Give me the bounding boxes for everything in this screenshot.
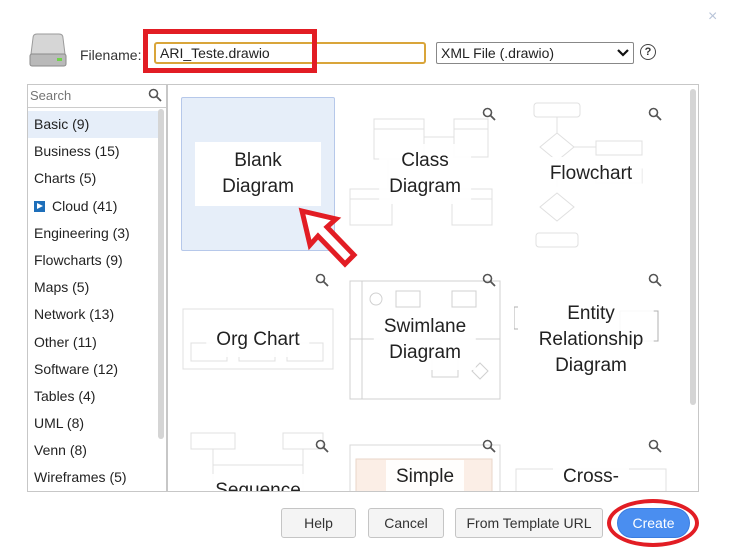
category-business[interactable]: Business (15) (28, 138, 158, 165)
category-list: Basic (9) Business (15) Charts (5) Cloud… (28, 111, 158, 491)
category-label: Network (13) (34, 306, 115, 323)
template-swimlane-diagram[interactable]: Swimlane Diagram (348, 263, 502, 417)
help-button[interactable]: Help (281, 508, 356, 538)
preview-magnifier-icon[interactable] (482, 273, 496, 287)
category-engineering[interactable]: Engineering (3) (28, 220, 158, 247)
category-uml[interactable]: UML (8) (28, 410, 158, 437)
template-grid: Blank Diagram Class Diagram Flowchart Or… (167, 84, 699, 492)
category-other[interactable]: Other (11) (28, 329, 158, 356)
category-label: Engineering (3) (34, 224, 130, 241)
close-icon[interactable]: × (708, 8, 717, 26)
preview-magnifier-icon[interactable] (648, 107, 662, 121)
preview-magnifier-icon[interactable] (482, 439, 496, 453)
template-org-chart[interactable]: Org Chart (181, 263, 335, 417)
category-label: Charts (5) (34, 170, 97, 187)
category-venn[interactable]: Venn (8) (28, 437, 158, 464)
category-tables[interactable]: Tables (4) (28, 383, 158, 410)
template-class-diagram[interactable]: Class Diagram (348, 97, 502, 251)
category-charts[interactable]: Charts (5) (28, 165, 158, 192)
category-label: UML (8) (34, 415, 85, 432)
category-network[interactable]: Network (13) (28, 301, 158, 328)
category-panel: Basic (9) Business (15) Charts (5) Cloud… (27, 84, 167, 492)
template-label: Cross- (553, 460, 629, 491)
template-label: Blank Diagram (195, 142, 321, 206)
search-icon[interactable] (148, 88, 162, 102)
category-label: Software (12) (34, 360, 119, 377)
category-flowcharts[interactable]: Flowcharts (9) (28, 247, 158, 274)
category-label: Business (15) (34, 143, 120, 160)
category-scrollbar[interactable] (158, 109, 164, 439)
template-entity-relationship-diagram[interactable]: Entity Relationship Diagram (514, 263, 668, 417)
category-label: Basic (9) (34, 116, 90, 132)
cancel-button[interactable]: Cancel (368, 508, 444, 538)
template-label: Entity Relationship Diagram (528, 297, 654, 383)
expand-arrow-icon[interactable] (34, 200, 45, 212)
category-wireframes[interactable]: Wireframes (5) (28, 464, 158, 491)
preview-magnifier-icon[interactable] (648, 273, 662, 287)
create-button[interactable]: Create (617, 508, 690, 538)
template-label: Class Diagram (379, 144, 471, 204)
category-label: Wireframes (5) (34, 469, 127, 486)
search-input[interactable] (30, 87, 140, 103)
search-box (28, 85, 166, 108)
template-label: Org Chart (206, 323, 310, 357)
help-icon[interactable]: ? (640, 44, 656, 60)
category-label: Other (11) (34, 333, 97, 350)
preview-magnifier-icon[interactable] (482, 107, 496, 121)
category-cloud[interactable]: Cloud (41) (28, 193, 158, 220)
template-flowchart[interactable]: Flowchart (514, 97, 668, 251)
filename-label: Filename: (80, 47, 142, 63)
filename-input[interactable] (154, 42, 426, 64)
annotation-arrow-icon (298, 207, 358, 268)
preview-magnifier-icon[interactable] (315, 439, 329, 453)
category-label: Maps (5) (34, 279, 90, 296)
category-label: Venn (8) (34, 442, 87, 459)
template-label: Swimlane Diagram (373, 310, 477, 370)
template-label: Simple (385, 460, 465, 491)
category-label: Cloud (41) (52, 197, 118, 214)
from-template-url-button[interactable]: From Template URL (455, 508, 603, 538)
drive-icon (29, 33, 67, 67)
preview-magnifier-icon[interactable] (648, 439, 662, 453)
template-sequence[interactable]: Sequence (181, 429, 335, 491)
file-type-select[interactable]: XML File (.drawio) (436, 42, 634, 64)
category-software[interactable]: Software (12) (28, 356, 158, 383)
template-label: Sequence (205, 474, 311, 491)
category-maps[interactable]: Maps (5) (28, 274, 158, 301)
template-cross-functional[interactable]: Cross- (514, 429, 668, 491)
category-label: Tables (4) (34, 387, 96, 404)
file-type-value: XML File (.drawio) (441, 45, 555, 61)
chevron-down-icon (617, 49, 629, 57)
template-simple[interactable]: Simple (348, 429, 502, 491)
template-scrollbar[interactable] (690, 89, 696, 405)
category-label: Flowcharts (9) (34, 251, 123, 268)
preview-magnifier-icon[interactable] (315, 273, 329, 287)
category-basic[interactable]: Basic (9) (28, 111, 158, 139)
template-label: Flowchart (539, 157, 643, 191)
